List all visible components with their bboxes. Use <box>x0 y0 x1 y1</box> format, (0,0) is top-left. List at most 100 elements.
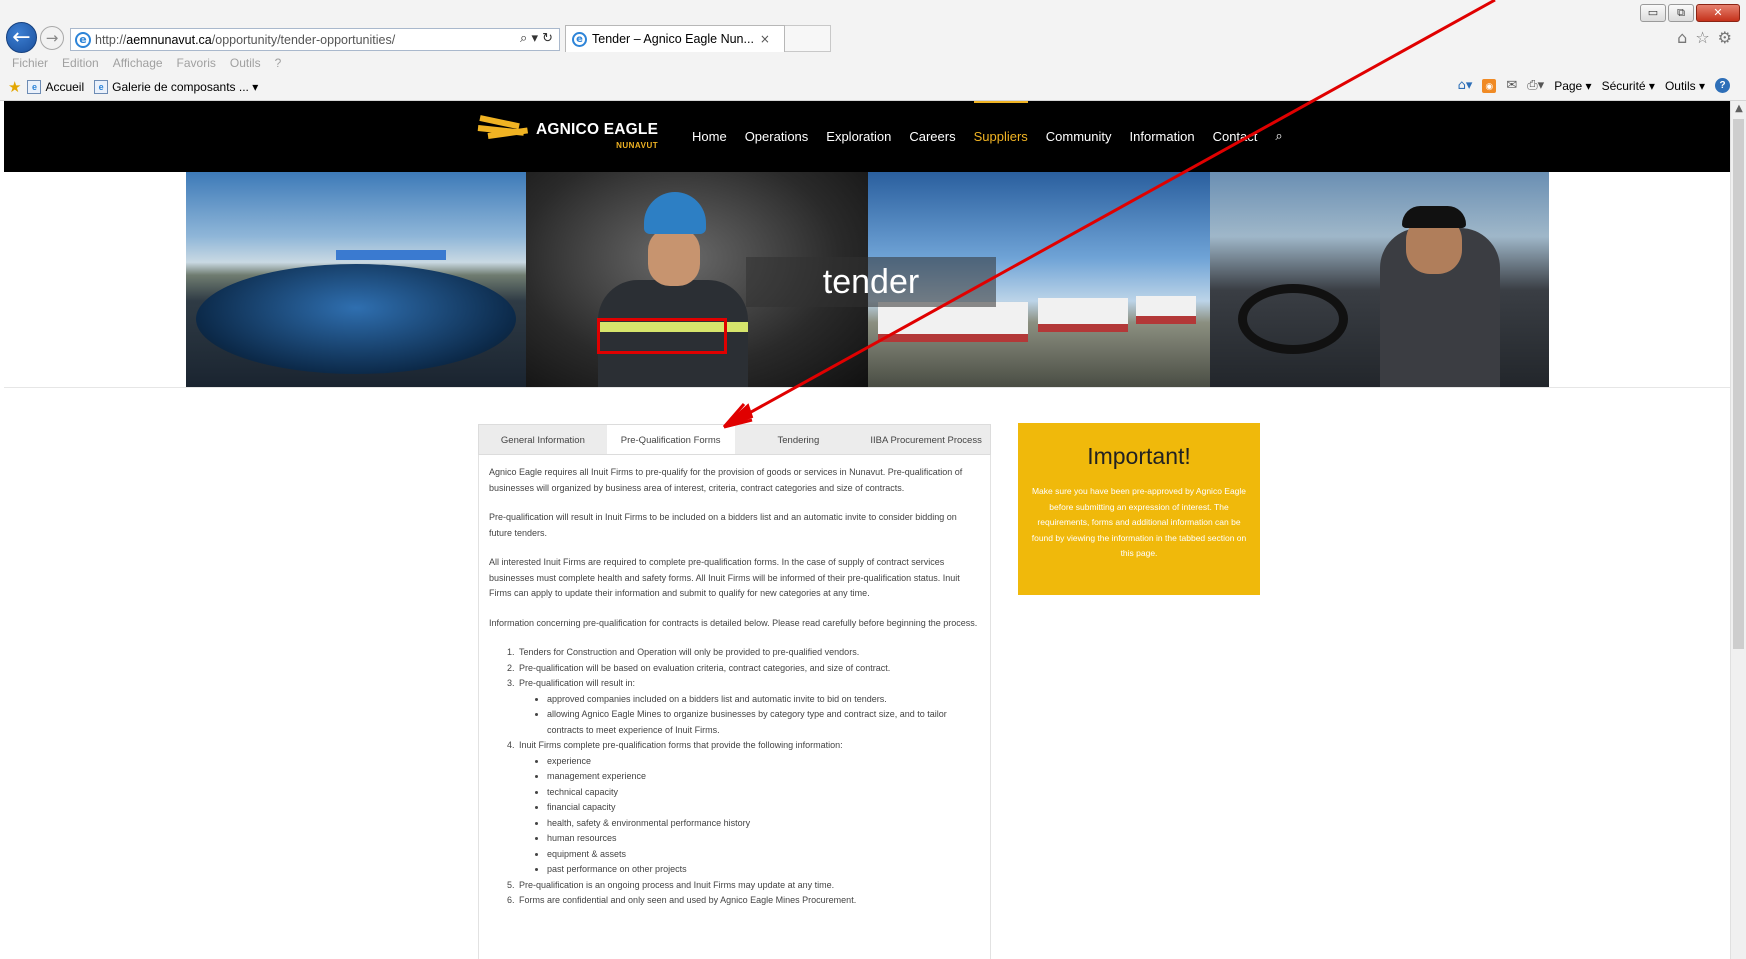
hero-photo-tailings-pond <box>186 172 526 387</box>
sub-list-item: past performance on other projects <box>547 862 980 878</box>
help-icon[interactable]: ? <box>1715 78 1730 93</box>
search-icon[interactable]: ⌕ <box>1275 129 1282 144</box>
sub-list-item: management experience <box>547 769 980 785</box>
menu-view[interactable]: Affichage <box>113 56 163 70</box>
ie-page-icon: e <box>75 31 91 48</box>
tools-menu[interactable]: Outils ▾ <box>1665 79 1705 93</box>
tab-bar: General Information Pre-Qualification Fo… <box>478 424 991 455</box>
tab-general-information[interactable]: General Information <box>479 425 607 454</box>
menu-bar: Fichier Edition Affichage Favoris Outils… <box>12 56 281 70</box>
menu-edit[interactable]: Edition <box>62 56 99 70</box>
minimize-button[interactable]: ▭ <box>1640 4 1666 22</box>
paragraph: All interested Inuit Firms are required … <box>489 557 960 598</box>
paragraph: Information concerning pre-qualification… <box>489 617 978 628</box>
nav-contact[interactable]: Contact <box>1213 101 1258 172</box>
sub-list-item: health, safety & environmental performan… <box>547 816 980 832</box>
sub-list: experience management experience technic… <box>547 754 980 878</box>
sub-list-item: equipment & assets <box>547 847 980 863</box>
browser-tab[interactable]: e Tender – Agnico Eagle Nun... × <box>565 25 785 52</box>
nav-exploration[interactable]: Exploration <box>826 101 891 172</box>
page-icon: e <box>94 80 109 94</box>
tab-pre-qualification-forms[interactable]: Pre-Qualification Forms <box>606 425 735 454</box>
new-tab-button[interactable] <box>785 25 831 52</box>
list-item: Pre-qualification will result in: approv… <box>517 676 980 738</box>
list-item: Forms are confidential and only seen and… <box>517 893 980 909</box>
back-button[interactable]: ← <box>6 22 37 53</box>
site-header: AGNICO EAGLE NUNAVUT Home Operations Exp… <box>4 101 1730 172</box>
paragraph: Agnico Eagle requires all Inuit Firms to… <box>489 467 963 493</box>
favorite-label: Galerie de composants ... ▾ <box>112 80 259 94</box>
nav-operations[interactable]: Operations <box>745 101 809 172</box>
close-window-button[interactable]: ✕ <box>1696 4 1740 22</box>
prequalification-list: Tenders for Construction and Operation w… <box>517 645 980 909</box>
vertical-scrollbar[interactable]: ▲ <box>1730 101 1746 959</box>
hero-banner: tender <box>186 172 1549 387</box>
list-item-text: Pre-qualification will result in: <box>519 678 636 688</box>
nav-information[interactable]: Information <box>1130 101 1195 172</box>
mail-icon[interactable]: ✉ <box>1506 78 1517 93</box>
address-bar[interactable]: e http://aemnunavut.ca/opportunity/tende… <box>70 28 560 51</box>
tabbed-section: General Information Pre-Qualification Fo… <box>478 424 991 959</box>
scrollbar-thumb[interactable] <box>1733 119 1744 649</box>
nav-community[interactable]: Community <box>1046 101 1112 172</box>
logo-name: AGNICO EAGLE <box>536 121 659 138</box>
nav-careers[interactable]: Careers <box>909 101 955 172</box>
sub-list-item: approved companies included on a bidders… <box>547 692 980 708</box>
browser-chrome: ▭ ⧉ ✕ ← → e http://aemnunavut.ca/opportu… <box>0 0 1746 101</box>
eagle-logo-icon <box>477 109 529 149</box>
home-icon[interactable]: ⌂ <box>1677 28 1687 47</box>
site-logo[interactable]: AGNICO EAGLE NUNAVUT <box>477 109 659 150</box>
tab-tendering[interactable]: Tendering <box>735 425 863 454</box>
main-navigation: Home Operations Exploration Careers Supp… <box>692 101 1283 172</box>
tab-title: Tender – Agnico Eagle Nun... <box>592 32 754 46</box>
favorites-star-add-icon[interactable]: ★ <box>8 78 21 96</box>
menu-favorites[interactable]: Favoris <box>177 56 216 70</box>
sub-list: approved companies included on a bidders… <box>547 692 980 739</box>
favorites-bar: ★ e Accueil e Galerie de composants ... … <box>8 78 262 96</box>
sub-list-item: financial capacity <box>547 800 980 816</box>
annotation-highlight-box <box>597 318 727 354</box>
menu-file[interactable]: Fichier <box>12 56 48 70</box>
paragraph: Pre-qualification will result in Inuit F… <box>489 512 957 538</box>
favorites-star-icon[interactable]: ☆ <box>1695 28 1709 47</box>
favorite-label: Accueil <box>45 80 85 94</box>
page-icon: e <box>27 80 42 94</box>
favorite-item-accueil[interactable]: e Accueil <box>27 80 84 94</box>
settings-gear-icon[interactable]: ⚙ <box>1718 28 1732 47</box>
sub-list-item: experience <box>547 754 980 770</box>
address-path: /opportunity/tender-opportunities/ <box>211 32 396 47</box>
command-bar: ⌂▾ ◉ ✉ ⎙▾ Page ▾ Sécurité ▾ Outils ▾ ? <box>1458 78 1730 93</box>
list-item: Pre-qualification will be based on evalu… <box>517 661 980 677</box>
rss-feed-icon[interactable]: ◉ <box>1482 78 1497 93</box>
page-viewport: AGNICO EAGLE NUNAVUT Home Operations Exp… <box>4 101 1730 959</box>
home-cmd-icon[interactable]: ⌂▾ <box>1458 78 1473 93</box>
list-item-text: Inuit Firms complete pre-qualification f… <box>519 740 843 750</box>
security-menu[interactable]: Sécurité ▾ <box>1602 79 1655 93</box>
search-refresh-icons[interactable]: ⌕ ▾ ↻ <box>520 31 553 46</box>
window-controls: ▭ ⧉ ✕ <box>1640 4 1740 22</box>
nav-home[interactable]: Home <box>692 101 727 172</box>
hero-photo-truck-driver <box>1210 172 1549 387</box>
forward-button[interactable]: → <box>40 26 64 50</box>
page-menu[interactable]: Page ▾ <box>1554 79 1591 93</box>
menu-help[interactable]: ? <box>275 56 282 70</box>
hero-caption: tender <box>746 257 996 307</box>
important-title: Important! <box>1087 443 1191 469</box>
favorite-item-gallery[interactable]: e Galerie de composants ... ▾ <box>94 80 258 94</box>
important-text: Make sure you have been pre-approved by … <box>1031 486 1247 558</box>
menu-tools[interactable]: Outils <box>230 56 261 70</box>
divider <box>4 387 1730 388</box>
list-item: Inuit Firms complete pre-qualification f… <box>517 738 980 878</box>
tab-iiba-procurement-process[interactable]: IIBA Procurement Process <box>862 425 990 454</box>
browser-right-icons: ⌂ ☆ ⚙ <box>1677 28 1732 47</box>
restore-button[interactable]: ⧉ <box>1668 4 1694 22</box>
tab-close-icon[interactable]: × <box>760 32 770 46</box>
address-host: aemnunavut.ca <box>126 32 212 47</box>
important-notice: Important! Make sure you have been pre-a… <box>1018 423 1260 595</box>
logo-subtitle: NUNAVUT <box>616 141 659 150</box>
list-item: Tenders for Construction and Operation w… <box>517 645 980 661</box>
nav-suppliers[interactable]: Suppliers <box>973 101 1028 172</box>
print-icon[interactable]: ⎙▾ <box>1527 78 1544 93</box>
sub-list-item: human resources <box>547 831 980 847</box>
scroll-up-arrow-icon[interactable]: ▲ <box>1731 101 1746 117</box>
